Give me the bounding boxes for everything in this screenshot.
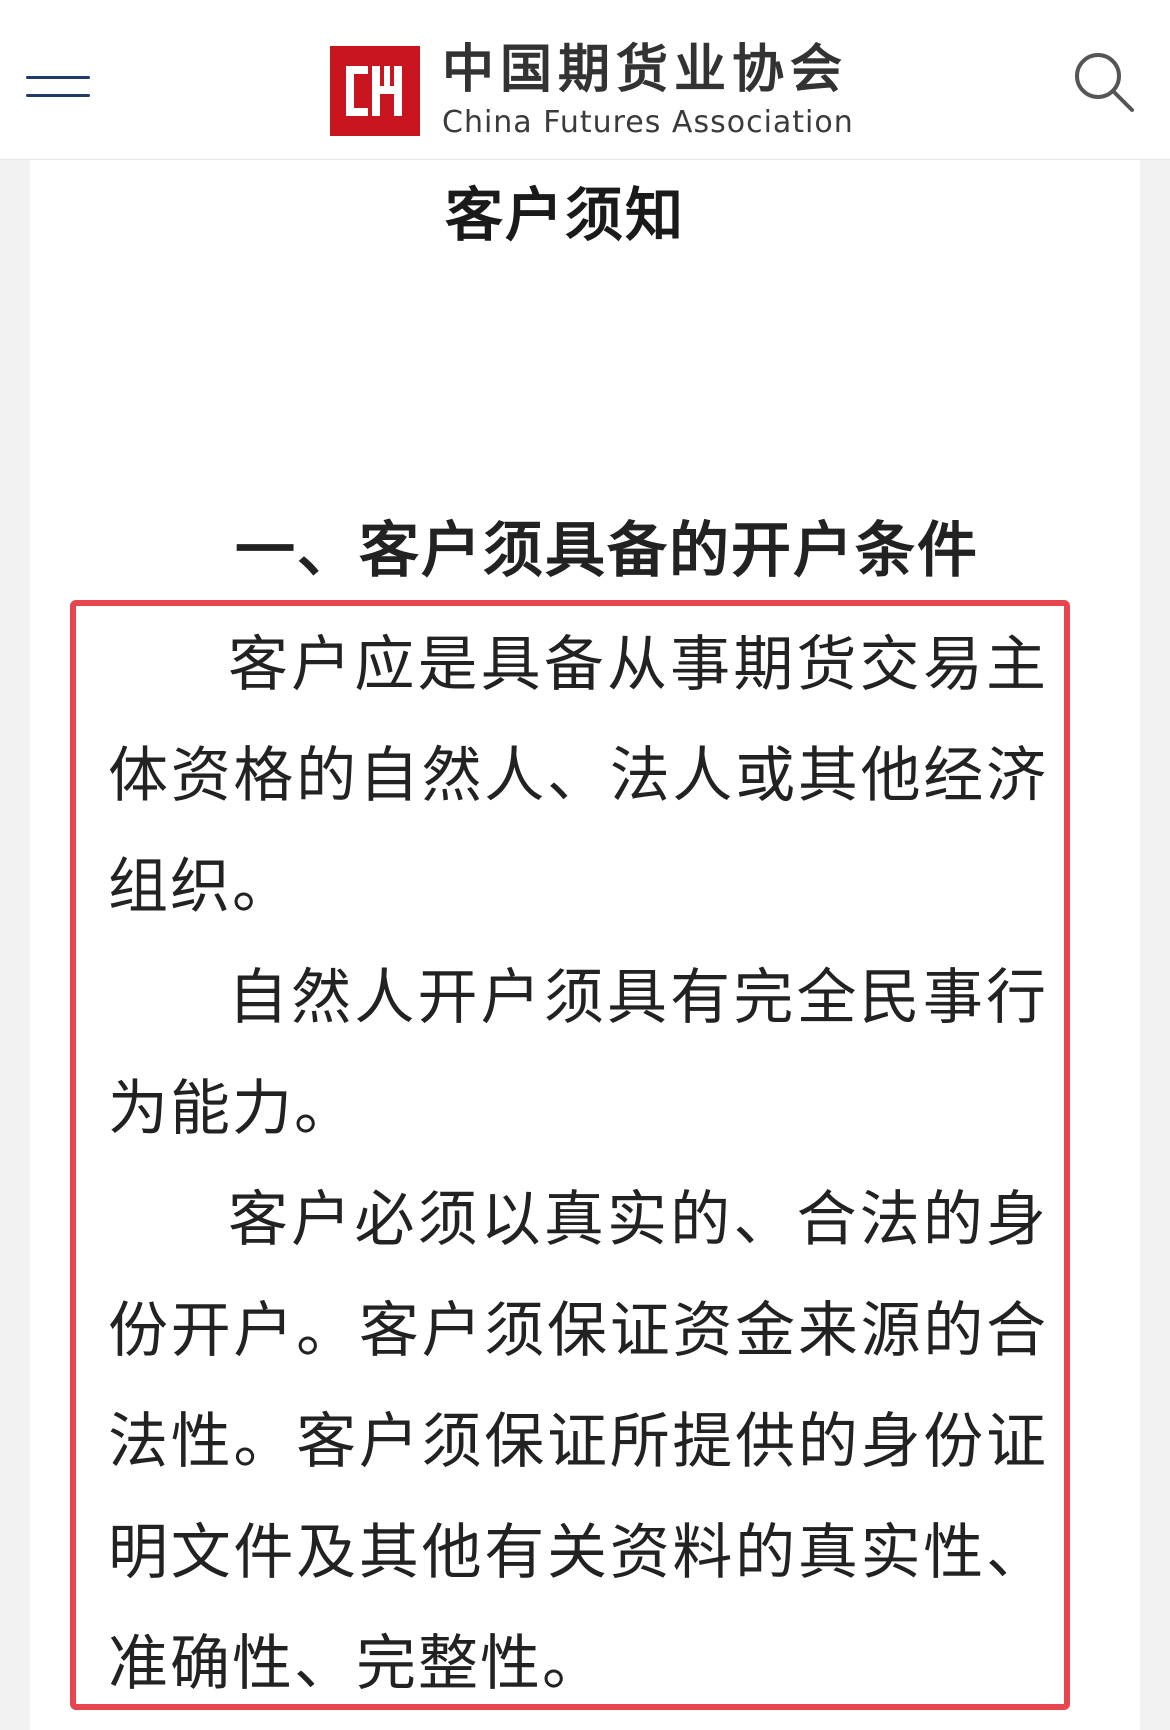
document-title: 客户须知: [444, 181, 685, 249]
brand-name-cn: 中国期货业协会: [442, 40, 849, 100]
paragraph-civil-capacity: 自然人开户须具有完全民事行为能力。: [108, 963, 1048, 1144]
paragraph-identity-funds: 客户必须以真实的、合法的身份开户。客户须保证资金来源的合法性。客户须保证所提供的…: [108, 1185, 1048, 1699]
logo-text: 中国期货业协会 China Futures Association: [442, 44, 854, 138]
top-header: 中国期货业协会 China Futures Association: [0, 0, 1170, 160]
article-body: 客户应是具备从事期货交易主体资格的自然人、法人或其他经济组织。 自然人开户须具有…: [108, 610, 1048, 1720]
brand-name-en: China Futures Association: [442, 105, 854, 140]
search-button[interactable]: [1070, 48, 1140, 118]
site-logo[interactable]: 中国期货业协会 China Futures Association: [330, 44, 854, 138]
section-title: 一、客户须具备的开户条件: [235, 516, 979, 586]
hamburger-menu-icon: [26, 76, 90, 79]
paragraph-eligibility: 客户应是具备从事期货交易主体资格的自然人、法人或其他经济组织。: [108, 630, 1048, 922]
cfa-logo-icon: [330, 46, 420, 136]
article-content: 客户须知 一、客户须具备的开户条件 客户应是具备从事期货交易主体资格的自然人、法…: [30, 160, 1140, 1730]
menu-button[interactable]: [26, 70, 90, 102]
search-icon: [1075, 53, 1134, 112]
hamburger-menu-icon-line: [26, 94, 90, 97]
